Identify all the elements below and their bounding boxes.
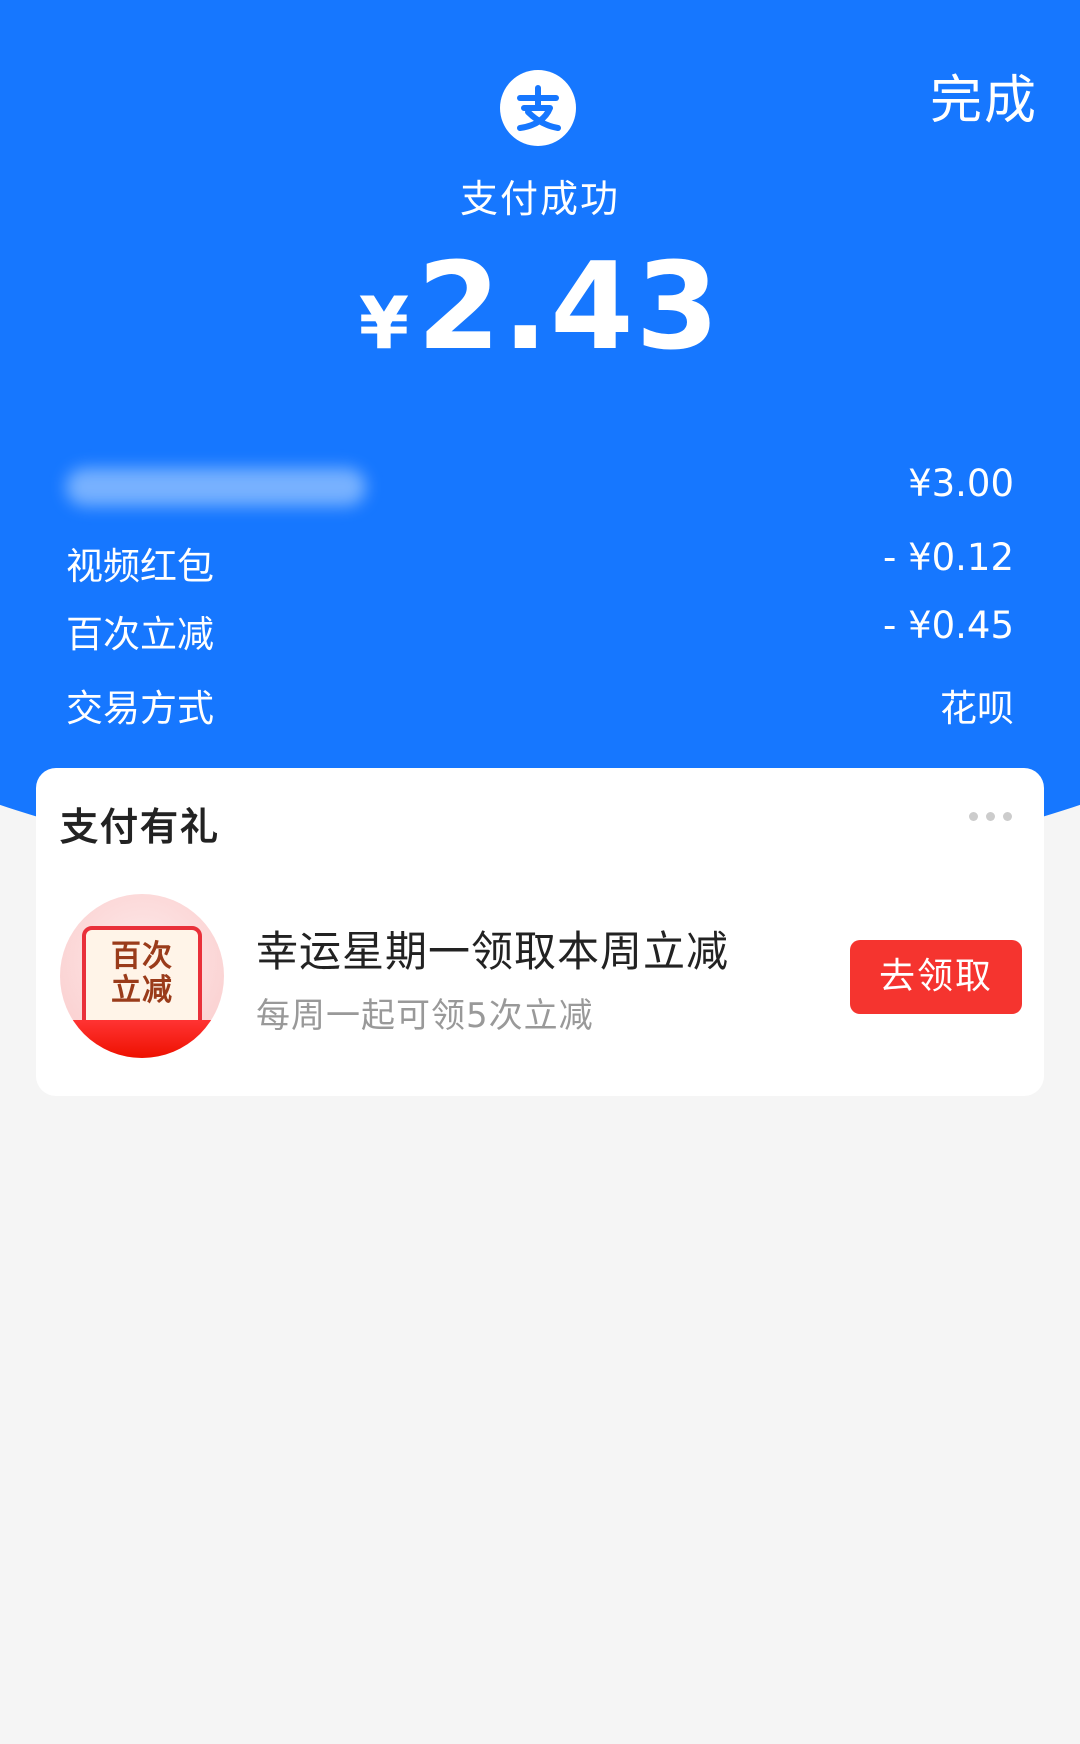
- detail-value: 花呗: [940, 687, 1014, 730]
- amount-currency: ¥: [358, 281, 410, 365]
- detail-row-payment-method: 交易方式 花呗: [66, 678, 1014, 734]
- more-dots-icon[interactable]: [969, 812, 1012, 821]
- payment-status-title: 支付成功: [459, 177, 620, 221]
- promo-title: 幸运星期一领取本周立减: [256, 927, 730, 976]
- promo-subtitle: 每周一起可领5次立减: [256, 996, 594, 1036]
- payment-success-screen: 完成 支付成功 ¥2.43 ¥3.00 视频红包 - ¥0.12 百次立减 - …: [0, 0, 1080, 1744]
- payment-reward-card: 支付有礼 百次 立减 幸运星期一领取本周立减 每周一起可领5次立减 去领取: [36, 768, 1044, 1096]
- coupon-red-base: [60, 1020, 224, 1058]
- detail-value: - ¥0.45: [882, 604, 1014, 647]
- detail-row-original-price: ¥3.00: [66, 462, 1014, 518]
- claim-button[interactable]: 去领取: [850, 940, 1022, 1014]
- detail-label: 交易方式: [66, 687, 214, 730]
- blurred-merchant-label: [66, 468, 366, 506]
- coupon-image-text: 百次 立减: [86, 940, 198, 1008]
- coupon-image-text-line1: 百次: [111, 939, 173, 974]
- done-button[interactable]: 完成: [930, 58, 1038, 133]
- coupon-image-text-line2: 立减: [111, 973, 173, 1008]
- card-title: 支付有礼: [60, 805, 221, 849]
- detail-label: 视频红包: [66, 545, 214, 588]
- detail-value: ¥3.00: [908, 462, 1014, 505]
- detail-row-instant-discount: 百次立减 - ¥0.45: [66, 604, 1014, 660]
- detail-value: - ¥0.12: [882, 536, 1014, 579]
- detail-label: 百次立减: [66, 613, 214, 656]
- payment-amount: ¥2.43: [0, 238, 1080, 377]
- alipay-glyph-icon: [517, 85, 561, 131]
- coupon-frame: 百次 立减: [82, 926, 202, 1030]
- discount-coupon-image: 百次 立减: [60, 894, 224, 1058]
- alipay-logo-icon: [500, 70, 576, 146]
- amount-value: 2.43: [417, 238, 722, 377]
- detail-row-video-red-packet: 视频红包 - ¥0.12: [66, 536, 1014, 592]
